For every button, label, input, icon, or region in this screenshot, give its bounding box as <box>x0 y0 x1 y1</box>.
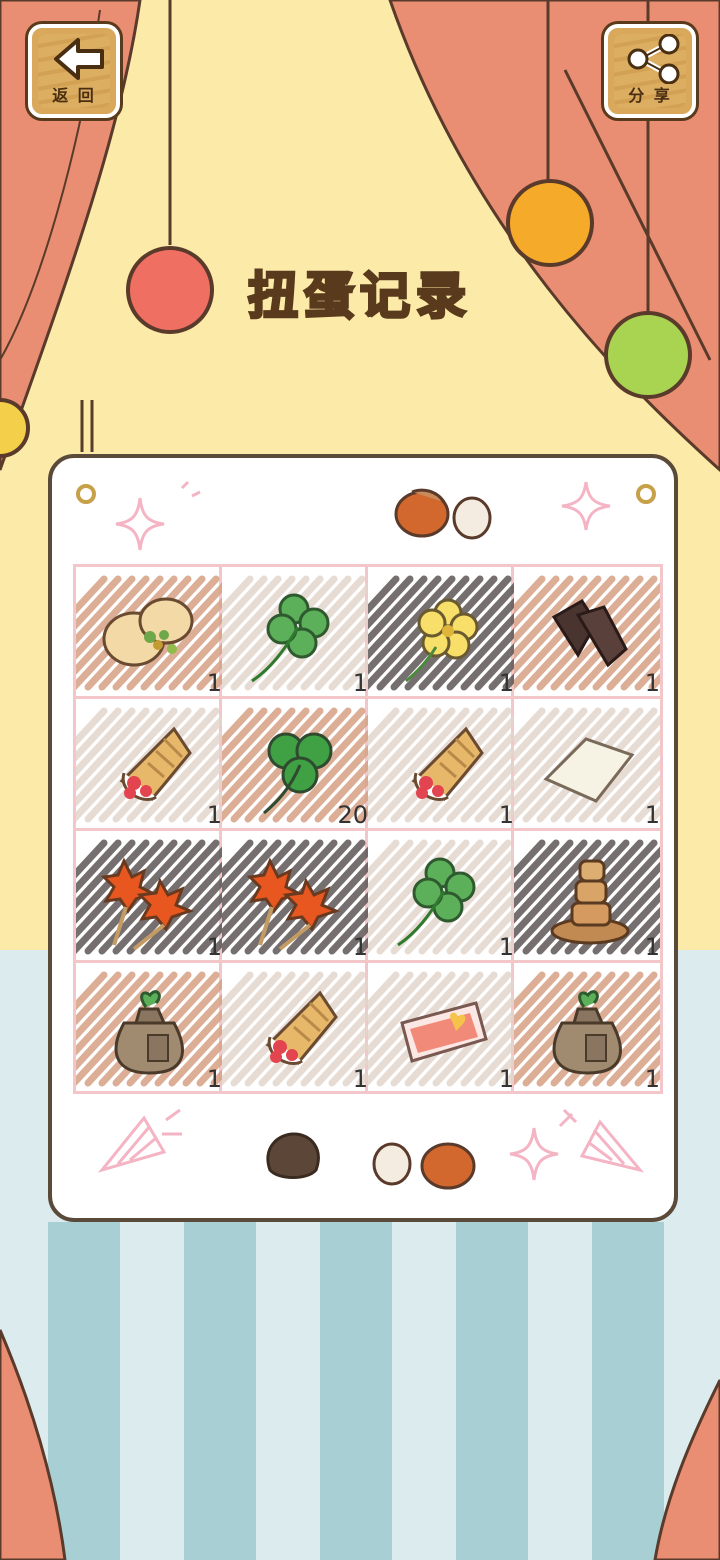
item-count: 1 <box>644 669 660 697</box>
yellow-flower-icon <box>405 598 479 683</box>
grid-item[interactable]: 1 <box>222 831 368 963</box>
grid-item[interactable]: 1 <box>514 567 660 699</box>
four-leaf-clover-icon <box>397 857 476 947</box>
item-count: 20 <box>337 801 368 829</box>
grid-item[interactable]: 1 <box>368 699 514 831</box>
grid-item[interactable]: 1 <box>222 567 368 699</box>
grid-item[interactable]: 20 <box>222 699 368 831</box>
grid-item[interactable]: 1 <box>514 699 660 831</box>
grid-item[interactable]: 1 <box>76 963 222 1095</box>
left-arrow-icon <box>54 38 104 80</box>
bun-icon <box>102 597 194 667</box>
item-count: 1 <box>352 1065 368 1093</box>
item-grid: 1 1 1 1 1 20 1 1 1 1 1 1 1 1 1 1 <box>73 564 663 1094</box>
back-button[interactable]: 返 回 <box>28 24 120 118</box>
grid-item[interactable]: 1 <box>76 699 222 831</box>
party-popper-icon <box>558 1108 645 1173</box>
grid-item[interactable]: 1 <box>514 831 660 963</box>
nut-icon <box>420 1142 476 1190</box>
sparkle-icon <box>509 1127 559 1181</box>
item-count: 1 <box>498 669 514 697</box>
seed-bag-icon <box>114 990 184 1075</box>
item-count: 1 <box>644 933 660 961</box>
paper-sheet-icon <box>543 737 635 803</box>
seed-bag-icon <box>552 990 622 1075</box>
egg-icon <box>372 1142 412 1186</box>
back-label: 返 回 <box>52 86 96 105</box>
grid-item[interactable]: 1 <box>222 963 368 1095</box>
sparkle-icon <box>561 481 611 531</box>
maple-leaf-tempura-icon <box>100 857 195 951</box>
item-count: 1 <box>498 1065 514 1093</box>
item-count: 1 <box>644 1065 660 1093</box>
chestnut-icon <box>266 1132 320 1179</box>
item-count: 1 <box>206 801 222 829</box>
gacha-record-board: 1 1 1 1 1 20 1 1 1 1 1 1 1 1 1 1 <box>48 454 678 1222</box>
party-popper-icon <box>97 1108 182 1173</box>
item-count: 1 <box>352 669 368 697</box>
three-leaf-clover-icon <box>263 732 333 815</box>
strawberry-crepe-icon <box>265 990 338 1065</box>
item-count: 1 <box>498 801 514 829</box>
rock-tower-icon <box>550 859 630 945</box>
item-count: 1 <box>206 933 222 961</box>
sparkle-icon <box>115 497 165 551</box>
item-count: 1 <box>498 933 514 961</box>
grid-item[interactable]: 1 <box>514 963 660 1095</box>
maple-leaf-tempura-icon <box>246 857 341 951</box>
strawberry-crepe-icon <box>411 726 484 801</box>
egg-icon <box>452 496 492 540</box>
nut-icon <box>394 488 450 538</box>
item-count: 1 <box>352 933 368 961</box>
item-count: 1 <box>206 1065 222 1093</box>
ticket-icon <box>400 1001 488 1063</box>
dried-meat-icon <box>551 598 628 668</box>
page-title: 扭蛋记录 <box>247 266 472 327</box>
share-button[interactable]: 分 享 <box>604 24 696 118</box>
grid-item[interactable]: 1 <box>76 831 222 963</box>
item-count: 1 <box>644 801 660 829</box>
item-count: 1 <box>206 669 222 697</box>
grid-item[interactable]: 1 <box>76 567 222 699</box>
share-icon <box>627 34 680 84</box>
strawberry-crepe-icon <box>119 726 192 801</box>
grid-item[interactable]: 1 <box>368 831 514 963</box>
grid-item[interactable]: 1 <box>368 567 514 699</box>
four-leaf-clover-icon <box>251 593 330 683</box>
share-label: 分 享 <box>628 86 672 105</box>
grid-item[interactable]: 1 <box>368 963 514 1095</box>
